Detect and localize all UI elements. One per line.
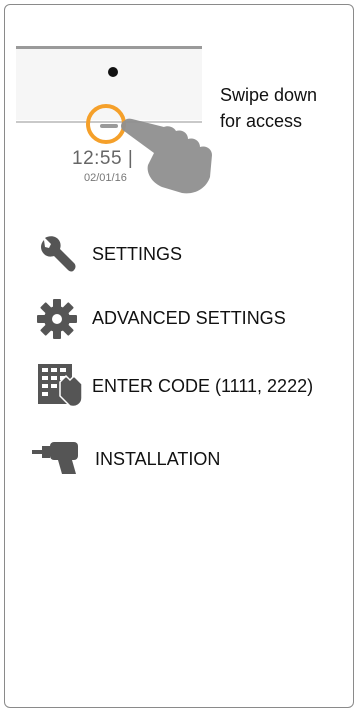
menu-item-advanced-settings[interactable]: ADVANCED SETTINGS (0, 296, 360, 340)
drill-icon (32, 442, 78, 474)
enter-code-label: ENTER CODE (1111, 2222) (92, 376, 314, 396)
keypad-hand-icon (38, 364, 83, 408)
swipe-instruction: Swipe down for access (220, 82, 317, 134)
advanced-settings-label: ADVANCED SETTINGS (92, 308, 286, 328)
menu-item-settings[interactable]: SETTINGS (0, 232, 360, 276)
settings-label: SETTINGS (92, 244, 183, 264)
menu-item-installation[interactable]: INSTALLATION (0, 436, 360, 480)
pull-down-tab (100, 124, 118, 128)
menu-item-enter-code[interactable]: ENTER CODE (1111, 2222) (0, 362, 360, 408)
swipe-line-2: for access (220, 111, 303, 131)
wrench-icon (41, 236, 76, 272)
swipe-line-1: Swipe down (220, 85, 318, 105)
gear-icon (37, 299, 77, 339)
installation-label: INSTALLATION (95, 449, 221, 469)
hand-pointer-icon (121, 118, 212, 194)
camera-dot (108, 67, 118, 77)
